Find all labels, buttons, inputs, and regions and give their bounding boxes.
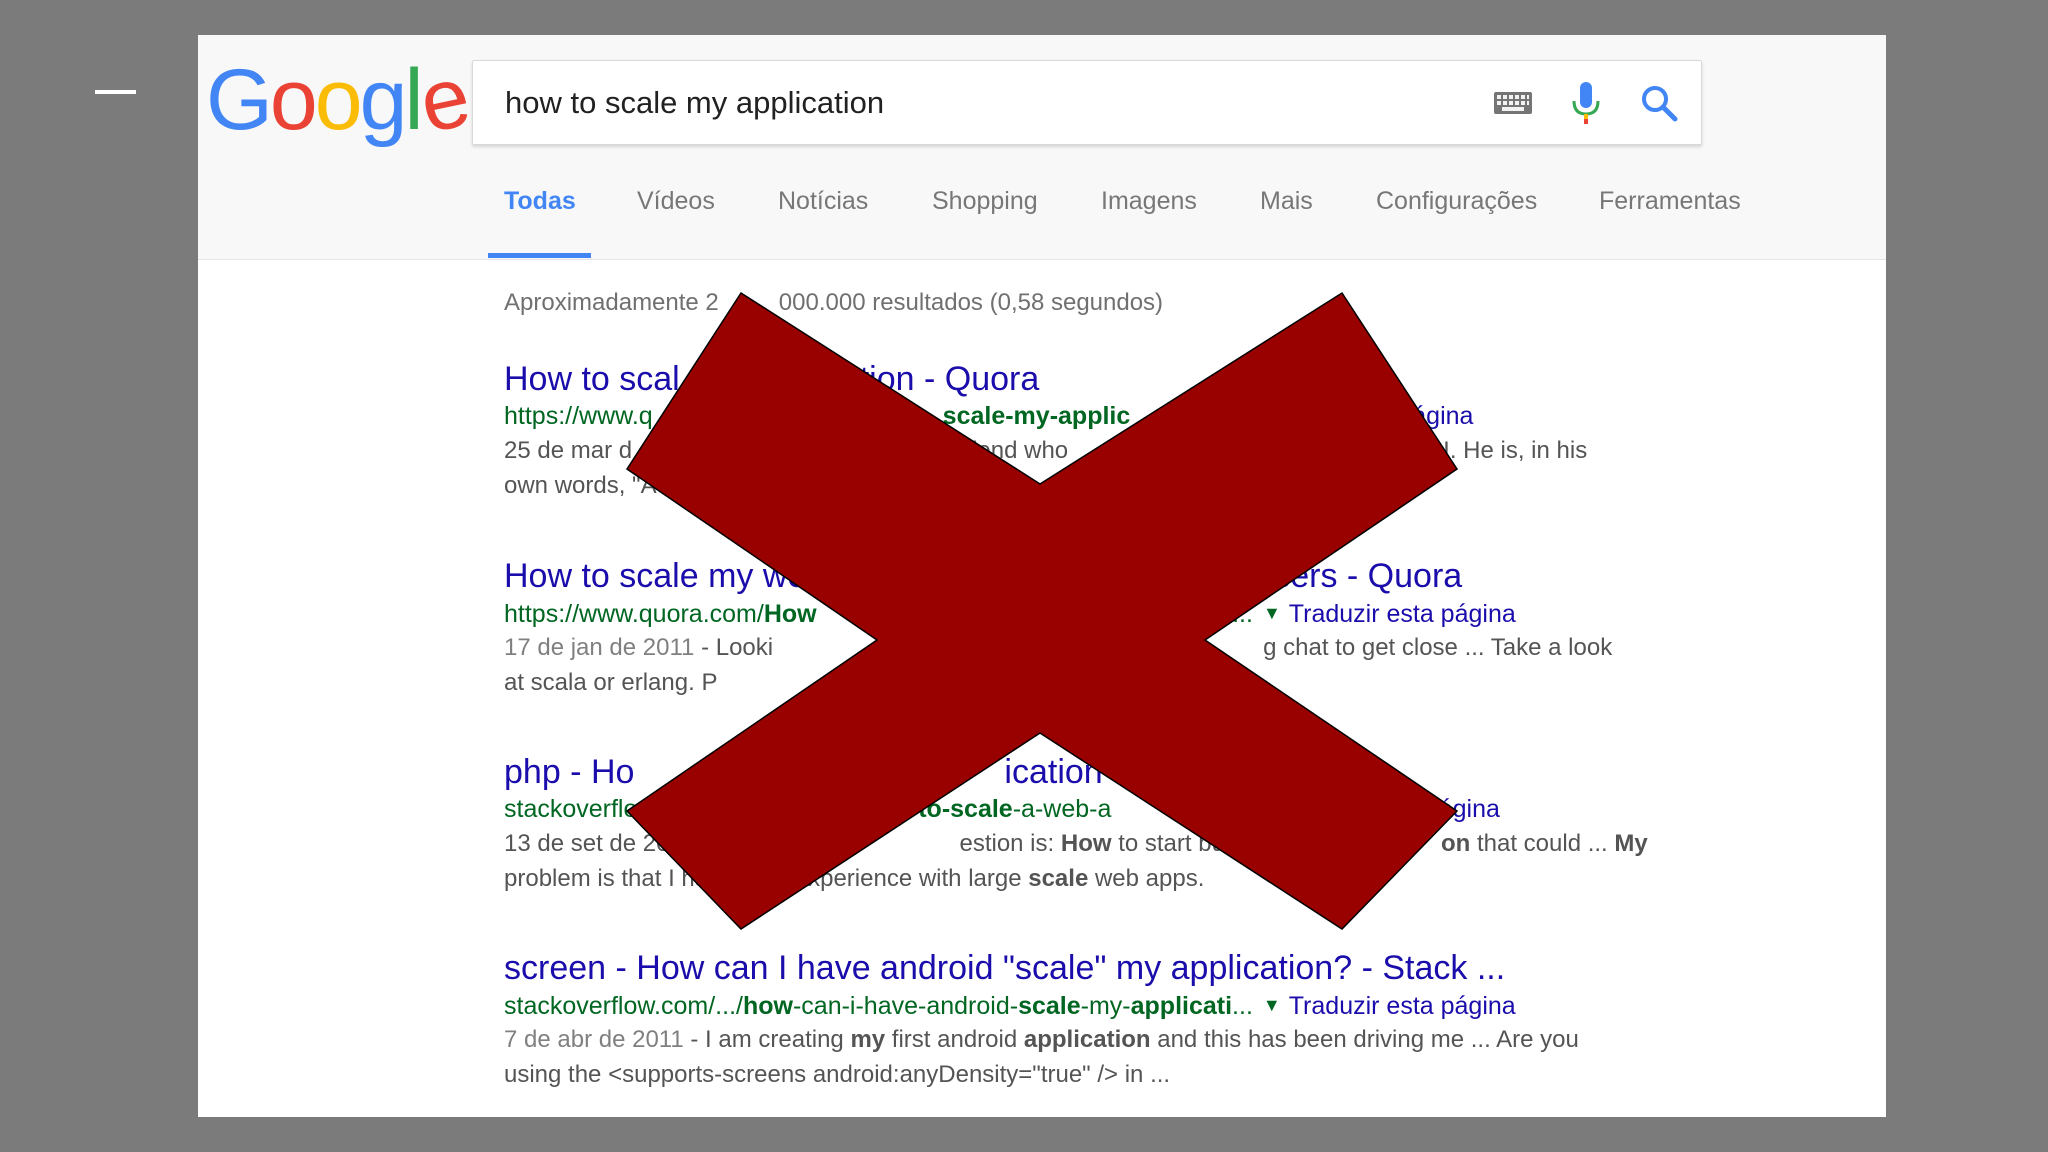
result-title-text: users - Quora <box>1254 557 1463 595</box>
url-text: -can-i-have-android- <box>792 992 1019 1020</box>
search-box <box>472 60 1702 145</box>
result-title-text: tion - Quora <box>859 360 1040 398</box>
microphone-icon[interactable] <box>1558 75 1614 131</box>
snippet-bold: on <box>1440 830 1471 857</box>
result-snippet: 7 de abr de 2011 - I am creating my firs… <box>504 1022 1704 1092</box>
result-title[interactable]: screen - How can I have android "scale" … <box>504 948 1744 988</box>
snippet-text: own words, "A <box>504 472 657 499</box>
snippet-bold: My <box>1614 830 1648 857</box>
snippet-text: problem is that I ha <box>504 865 709 892</box>
snippet-text: web apps. <box>1088 865 1205 892</box>
result-url[interactable]: https://www.quora.com/How -to-... ▼ Traduzi… <box>504 596 1744 630</box>
snippet-text: 13 de set de 20 <box>504 830 670 857</box>
result-snippet: 17 de jan de 2011 - Looki g chat to get c… <box>504 630 1704 700</box>
result-title-text: How to scal <box>504 360 680 398</box>
result-title-text: How to scale my we <box>504 557 807 595</box>
translate-link[interactable]: ágina <box>1412 402 1473 430</box>
result-title[interactable]: How to scale my we users - Quora <box>504 556 1744 596</box>
url-bold: w-to-scale <box>890 795 1013 823</box>
search-header: Google how to scale my application Todas… <box>198 35 1886 260</box>
snippet-text: iend who <box>972 437 1069 464</box>
url-bold: scale <box>1018 992 1081 1020</box>
logo-letter: o <box>314 52 363 148</box>
logo-letter: e <box>411 48 475 152</box>
snippet-text: that could ... <box>1470 830 1615 857</box>
snippet-text: using the <supports-screens android:anyD… <box>504 1061 1171 1088</box>
dropdown-arrow-icon[interactable]: ▼ <box>1263 995 1281 1015</box>
url-text: -to-... <box>1194 600 1253 628</box>
snippet-text: to start building a <box>1111 830 1301 857</box>
url-text: stackoverflow <box>504 795 656 823</box>
logo-letter: o <box>269 52 318 148</box>
translate-link[interactable]: Traduzir esta página <box>1289 600 1516 628</box>
search-result: How to scale my we users - Quora https://… <box>504 556 1744 700</box>
snippet-text: at scala or erlang. P <box>504 669 718 696</box>
result-url[interactable]: https://www.q scale-my-applic ágina <box>504 399 1744 433</box>
tab-mais[interactable]: Mais <box>1260 187 1313 216</box>
result-title-text: php - Ho <box>504 753 635 791</box>
snippet-text: - I am creating <box>683 1026 851 1053</box>
url-text: https://www.quora.com/ <box>504 600 764 628</box>
result-title-text: ication - <box>1004 753 1124 791</box>
snippet-text: estion is: <box>959 830 1061 857</box>
result-snippet: 25 de mar d iend who I. He is, in his own w… <box>504 433 1704 503</box>
snippet-text: and this has been driving me ... Are you <box>1150 1026 1579 1053</box>
tab-videos[interactable]: Vídeos <box>637 187 715 216</box>
snippet-text: xperience with large <box>808 865 1029 892</box>
url-bold: scale-my-applic <box>942 402 1131 430</box>
result-title[interactable]: php - Ho ication - <box>504 752 1744 792</box>
dropdown-arrow-icon[interactable]: ▼ <box>1263 603 1281 623</box>
snippet-bold: application <box>1023 1026 1151 1053</box>
url-text: stackoverflow.com/.../ <box>504 992 743 1020</box>
result-url[interactable]: stackoverflow.com/.../how-can-i-have-and… <box>504 988 1744 1022</box>
tab-todas[interactable]: Todas <box>504 187 576 216</box>
url-text: https://www.q <box>504 402 653 430</box>
stats-text: Aproximadamente 2 <box>504 289 719 316</box>
tab-configuracoes[interactable]: Configurações <box>1376 187 1537 216</box>
search-input[interactable] <box>473 61 1453 144</box>
snippet-date: 17 de jan de 2011 <box>504 634 695 661</box>
search-result: php - Ho ication - stackoverflow w-to-scal… <box>504 752 1744 896</box>
logo-letter: g <box>359 52 408 148</box>
url-bold: How <box>763 600 817 628</box>
snippet-bold: my <box>850 1026 886 1053</box>
translate-link[interactable]: r esta página <box>1355 795 1500 823</box>
url-text: -my- <box>1080 992 1131 1020</box>
tab-ferramentas[interactable]: Ferramentas <box>1599 187 1741 216</box>
snippet-text: first android <box>885 1026 1024 1053</box>
snippet-text: - Looki <box>694 634 774 661</box>
google-logo[interactable]: Google <box>206 48 475 151</box>
url-bold: how <box>742 992 793 1020</box>
snippet-text: 25 de mar d <box>504 437 633 464</box>
result-title[interactable]: How to scal tion - Quora <box>504 359 1744 399</box>
google-search-screenshot: Google how to scale my application Todas… <box>198 35 1886 1117</box>
translate-link[interactable]: Traduzir esta página <box>1289 992 1516 1020</box>
stats-text: 000.000 resultados (0,58 segundos) <box>778 289 1164 316</box>
tab-imagens[interactable]: Imagens <box>1101 187 1197 216</box>
result-url[interactable]: stackoverflow w-to-scale-a-web-a r esta pá… <box>504 792 1744 826</box>
url-text: -a-web-a <box>1012 795 1112 823</box>
url-bold: applicati <box>1130 992 1233 1020</box>
logo-letter: G <box>206 52 273 148</box>
tab-noticias[interactable]: Notícias <box>778 187 868 216</box>
snippet-bold: scale <box>1028 865 1089 892</box>
search-result: screen - How can I have android "scale" … <box>504 948 1744 1092</box>
snippet-text: I. He is, in his <box>1443 437 1588 464</box>
url-text: ... <box>1232 992 1253 1020</box>
snippet-date: 7 de abr de 2011 <box>504 1026 684 1053</box>
result-snippet: 13 de set de 20 estion is: How to start b… <box>504 826 1704 896</box>
search-result: How to scal tion - Quora https://www.q sca… <box>504 359 1744 503</box>
active-tab-indicator <box>488 253 591 258</box>
keyboard-icon[interactable] <box>1485 75 1541 131</box>
search-icon[interactable] <box>1631 75 1687 131</box>
snippet-bold: How <box>1060 830 1112 857</box>
tab-shopping[interactable]: Shopping <box>932 187 1038 216</box>
slide-dash-decoration <box>95 90 136 94</box>
result-stats: Aproximadamente 2 000.000 resultados (0,5… <box>504 289 1163 317</box>
snippet-text: g chat to get close ... Take a look <box>1263 634 1613 661</box>
